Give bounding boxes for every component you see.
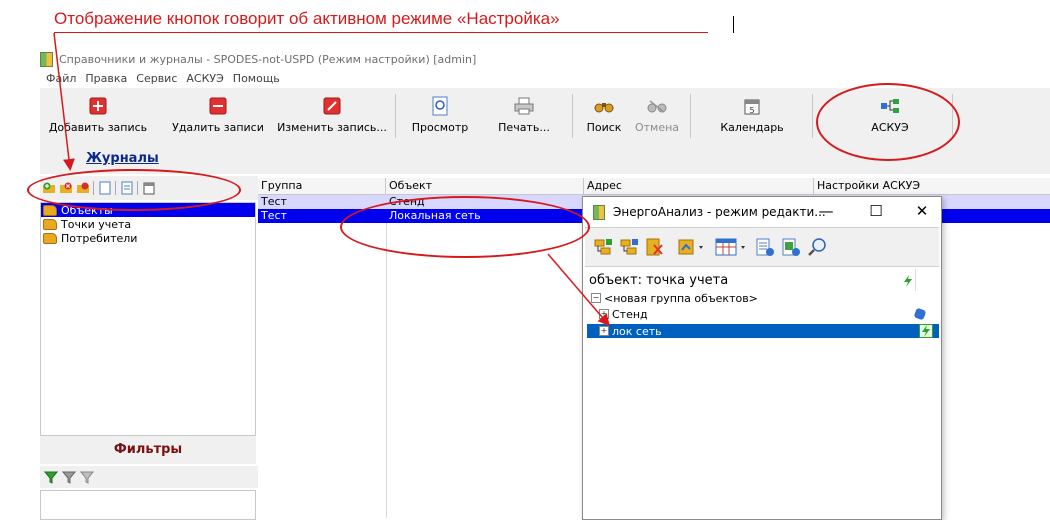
annotation-arrows [53, 32, 610, 327]
